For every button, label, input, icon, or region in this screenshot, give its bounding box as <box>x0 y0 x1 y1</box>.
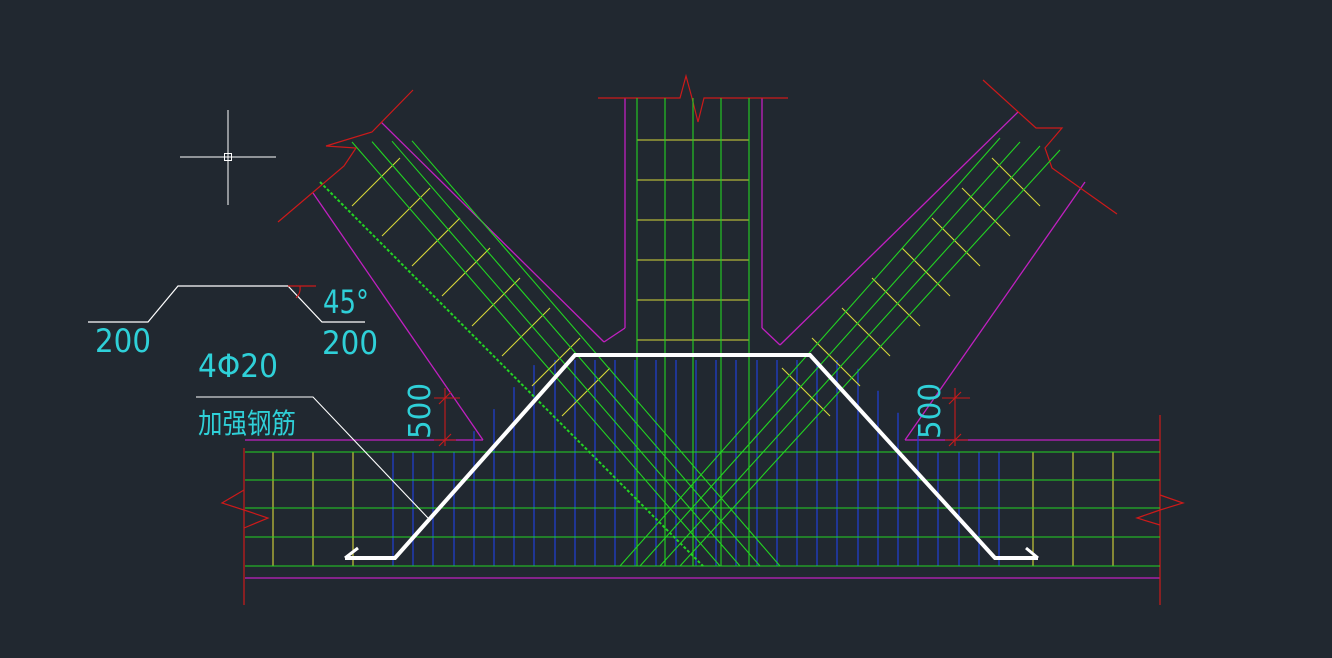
dimension-left: 500 <box>403 383 460 447</box>
longitudinal-bars <box>245 98 1160 567</box>
right-strut-break-line <box>982 79 1118 215</box>
left-strut-break-line <box>277 89 414 223</box>
angle-arc <box>295 285 301 299</box>
right-strut-stirrup <box>871 277 921 327</box>
crosshair-cursor-icon <box>180 110 276 205</box>
right-strut-longitudinal-bar <box>679 149 1061 567</box>
notch-left <box>603 327 626 343</box>
right-strut-stirrup <box>931 217 981 267</box>
dim-right-value: 500 <box>913 383 948 439</box>
callout-bar-spec: 4Φ20 <box>198 347 278 385</box>
beam-left-break-line <box>220 489 270 529</box>
left-strut-outline-top <box>380 121 605 343</box>
member-outlines <box>245 98 1160 579</box>
left-strut-stirrup <box>381 187 431 237</box>
right-strut-outline-top <box>779 111 1019 346</box>
callout-description: 加强钢筋 <box>198 407 296 440</box>
dim-left-value: 500 <box>403 383 438 439</box>
bar-shape-right-length: 200 <box>322 324 378 362</box>
left-strut-stirrup <box>441 247 491 297</box>
right-strut-stirrup <box>811 337 861 387</box>
notch-right <box>761 327 781 346</box>
bar-shape-left-length: 200 <box>95 322 151 360</box>
bar-shape-angle: 45° <box>323 283 369 321</box>
cad-drawing-canvas[interactable]: 200 45° 200 4Φ20 加强钢筋 500 500 <box>0 0 1332 658</box>
dimension-right: 500 <box>913 383 970 447</box>
